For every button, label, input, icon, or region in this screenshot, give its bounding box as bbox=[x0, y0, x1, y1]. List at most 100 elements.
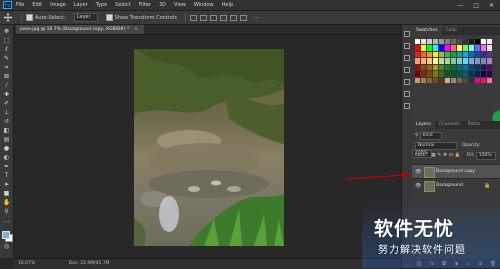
menu-filter[interactable]: Filter bbox=[139, 2, 151, 8]
type-icon[interactable]: T bbox=[3, 173, 10, 179]
pen-icon[interactable]: ✒ bbox=[3, 164, 10, 170]
gradient-icon[interactable]: ▤ bbox=[3, 137, 10, 143]
color-swatch[interactable] bbox=[450, 38, 456, 44]
color-swatch[interactable] bbox=[456, 45, 462, 51]
properties-panel-icon[interactable] bbox=[404, 43, 410, 49]
color-swatch[interactable] bbox=[486, 58, 492, 64]
minimize-button[interactable]: — bbox=[457, 2, 463, 9]
color-swatch[interactable] bbox=[474, 58, 480, 64]
tab-layers[interactable]: Layers bbox=[412, 121, 435, 129]
hand-icon[interactable]: ✋ bbox=[3, 200, 10, 206]
color-swatch[interactable] bbox=[444, 64, 450, 70]
color-swatch[interactable] bbox=[468, 38, 474, 44]
color-swatch[interactable] bbox=[414, 71, 420, 77]
color-swatch[interactable] bbox=[414, 77, 420, 83]
color-swatch[interactable] bbox=[456, 51, 462, 57]
more-icon[interactable]: … bbox=[3, 218, 10, 224]
color-swatch[interactable] bbox=[432, 77, 438, 83]
color-swatch[interactable] bbox=[450, 71, 456, 77]
color-swatch[interactable] bbox=[486, 45, 492, 51]
zoom-icon[interactable]: ⚲ bbox=[3, 209, 10, 215]
color-swatch[interactable] bbox=[420, 38, 426, 44]
color-swatch[interactable] bbox=[468, 77, 474, 83]
color-swatch[interactable] bbox=[486, 64, 492, 70]
crop-icon[interactable]: ⌗ bbox=[3, 65, 10, 71]
color-swatch[interactable] bbox=[432, 51, 438, 57]
color-swatch[interactable] bbox=[438, 77, 444, 83]
color-swatch[interactable] bbox=[426, 38, 432, 44]
show-transform-checkbox[interactable] bbox=[105, 14, 113, 21]
eraser-icon[interactable]: ◧ bbox=[3, 128, 10, 134]
color-swatch[interactable] bbox=[426, 64, 432, 70]
color-swatch[interactable] bbox=[444, 38, 450, 44]
color-swatch[interactable] bbox=[474, 77, 480, 83]
quick-select-icon[interactable]: ✎ bbox=[3, 56, 10, 62]
color-swatch[interactable] bbox=[468, 71, 474, 77]
color-swatch[interactable] bbox=[456, 38, 462, 44]
color-swatch[interactable] bbox=[450, 58, 456, 64]
color-swatch[interactable] bbox=[462, 38, 468, 44]
filter-kind-dropdown[interactable]: Kind bbox=[419, 132, 442, 140]
marquee-icon[interactable]: ⬚ bbox=[3, 38, 10, 44]
color-swatch[interactable] bbox=[444, 45, 450, 51]
color-swatch[interactable] bbox=[444, 77, 450, 83]
color-swatch[interactable] bbox=[432, 64, 438, 70]
color-swatch[interactable] bbox=[414, 51, 420, 57]
color-swatch[interactable] bbox=[468, 58, 474, 64]
color-swatch[interactable] bbox=[444, 51, 450, 57]
brush-icon[interactable]: ✐ bbox=[3, 101, 10, 107]
tab-swatches[interactable]: Swatches bbox=[412, 27, 442, 35]
document-tab[interactable]: pexe.jpg @ 16.7% (Background copy, RGB/8… bbox=[16, 25, 145, 34]
align-bottom-icon[interactable] bbox=[239, 14, 247, 21]
menu-3d[interactable]: 3D bbox=[159, 2, 166, 8]
color-swatch[interactable] bbox=[468, 45, 474, 51]
color-swatch[interactable] bbox=[462, 71, 468, 77]
color-swatch[interactable] bbox=[426, 58, 432, 64]
healing-icon[interactable]: ✚ bbox=[3, 92, 10, 98]
eyedropper-icon[interactable]: ⁄ bbox=[3, 83, 10, 89]
history-brush-icon[interactable]: ↺ bbox=[3, 119, 10, 125]
color-swatch[interactable] bbox=[474, 71, 480, 77]
color-swatch[interactable] bbox=[462, 58, 468, 64]
color-swatch[interactable] bbox=[450, 51, 456, 57]
color-swatch[interactable] bbox=[462, 51, 468, 57]
align-right-icon[interactable] bbox=[209, 14, 217, 21]
color-swatch[interactable] bbox=[474, 51, 480, 57]
color-swatch[interactable] bbox=[450, 64, 456, 70]
color-swatch[interactable] bbox=[474, 45, 480, 51]
color-swatch[interactable] bbox=[438, 51, 444, 57]
close-window-button[interactable]: ✕ bbox=[489, 2, 494, 9]
color-swatch[interactable] bbox=[486, 77, 492, 83]
color-swatch[interactable] bbox=[432, 71, 438, 77]
color-swatch[interactable] bbox=[462, 45, 468, 51]
tab-paths[interactable]: Paths bbox=[464, 121, 484, 129]
color-swatch[interactable] bbox=[480, 58, 486, 64]
brush-settings-panel-icon[interactable] bbox=[404, 103, 410, 109]
color-swatch[interactable] bbox=[438, 45, 444, 51]
fill-input[interactable]: 100% bbox=[475, 152, 496, 160]
color-swatch[interactable] bbox=[480, 77, 486, 83]
layer-row-background[interactable]: 👁 Background 🔒 bbox=[412, 178, 500, 192]
blur-icon[interactable]: ● bbox=[3, 146, 10, 152]
move-tool-preset-icon[interactable] bbox=[3, 13, 13, 22]
color-swatch[interactable] bbox=[432, 38, 438, 44]
dodge-icon[interactable]: ◐ bbox=[3, 155, 10, 161]
color-swatch[interactable] bbox=[438, 58, 444, 64]
color-swatch[interactable] bbox=[426, 71, 432, 77]
color-swatch[interactable] bbox=[444, 71, 450, 77]
color-swatch[interactable] bbox=[420, 51, 426, 57]
maximize-button[interactable]: □ bbox=[473, 2, 479, 9]
color-swatch[interactable] bbox=[462, 77, 468, 83]
shape-icon[interactable]: ■ bbox=[3, 191, 10, 197]
filter-search-icon[interactable]: ⚲ bbox=[415, 133, 418, 138]
menu-layer[interactable]: Layer bbox=[74, 2, 88, 8]
align-top-icon[interactable] bbox=[219, 14, 227, 21]
color-swatch[interactable] bbox=[420, 45, 426, 51]
auto-select-dropdown[interactable]: Layer bbox=[73, 13, 98, 22]
layer-row-background-copy[interactable]: 👁 Background copy bbox=[412, 164, 500, 178]
menu-image[interactable]: Image bbox=[50, 2, 66, 8]
adjustments-panel-icon[interactable] bbox=[404, 55, 410, 61]
color-swatch[interactable] bbox=[480, 51, 486, 57]
zoom-level[interactable]: 16.67% bbox=[18, 261, 35, 266]
color-swatch[interactable] bbox=[414, 45, 420, 51]
